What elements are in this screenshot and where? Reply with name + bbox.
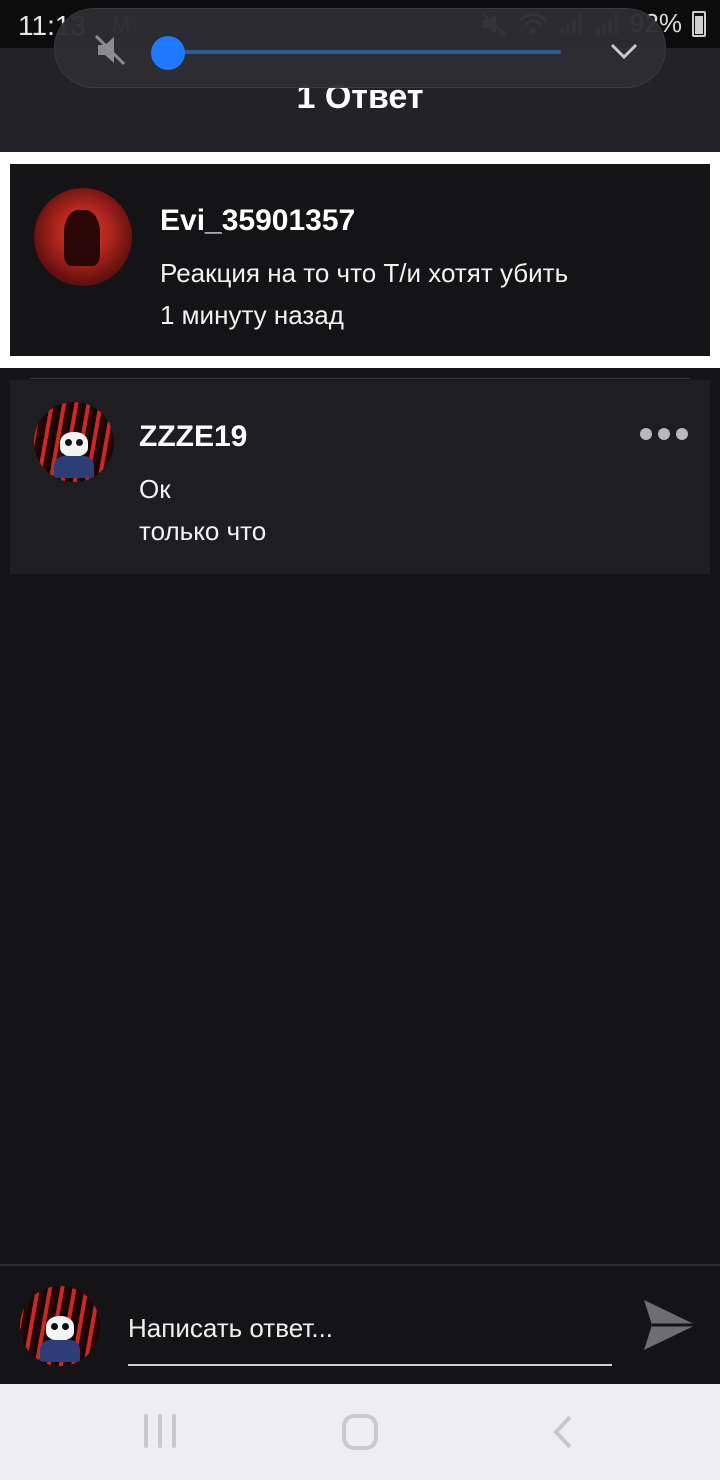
home-icon[interactable] — [342, 1414, 378, 1450]
chevron-down-icon[interactable] — [609, 37, 639, 63]
screen: 11:13 M 92% 1 Ответ — [0, 0, 720, 1480]
volume-panel[interactable] — [54, 8, 666, 88]
original-comment-time: 1 минуту назад — [160, 300, 344, 330]
volume-slider-thumb[interactable] — [151, 36, 185, 70]
skull-face-icon — [46, 1316, 74, 1340]
reply-composer — [0, 1264, 720, 1384]
original-comment-text: Реакция на то что Т/и хотят убить — [160, 258, 569, 288]
avatar — [20, 1286, 100, 1366]
navigation-bar — [0, 1384, 720, 1480]
more-dots-icon[interactable] — [640, 428, 688, 442]
dot-icon — [676, 428, 688, 440]
battery-icon — [692, 10, 706, 37]
dot-icon — [658, 428, 670, 440]
volume-track[interactable] — [169, 50, 561, 54]
reply-input[interactable] — [128, 1302, 612, 1366]
original-comment-frame: Evi_35901357 Реакция на то что Т/и хотят… — [0, 152, 720, 368]
skull-body-icon — [54, 456, 94, 478]
skull-body-icon — [40, 1340, 80, 1362]
dot-icon — [640, 428, 652, 440]
skull-face-icon — [60, 432, 88, 456]
reply-time: только что — [139, 516, 267, 546]
original-comment: Evi_35901357 Реакция на то что Т/и хотят… — [10, 164, 710, 356]
mute-icon[interactable] — [93, 33, 127, 67]
recent-apps-icon[interactable] — [144, 1414, 176, 1450]
send-icon[interactable] — [642, 1298, 698, 1352]
original-username[interactable]: Evi_35901357 — [160, 204, 355, 238]
avatar[interactable] — [34, 402, 114, 482]
reply-item: ZZZE19 Ок только что — [10, 380, 710, 574]
reply-username[interactable]: ZZZE19 — [139, 420, 247, 454]
divider — [30, 378, 690, 379]
reply-text: Ок — [139, 474, 171, 504]
avatar[interactable] — [34, 188, 132, 286]
back-icon[interactable] — [548, 1414, 578, 1450]
